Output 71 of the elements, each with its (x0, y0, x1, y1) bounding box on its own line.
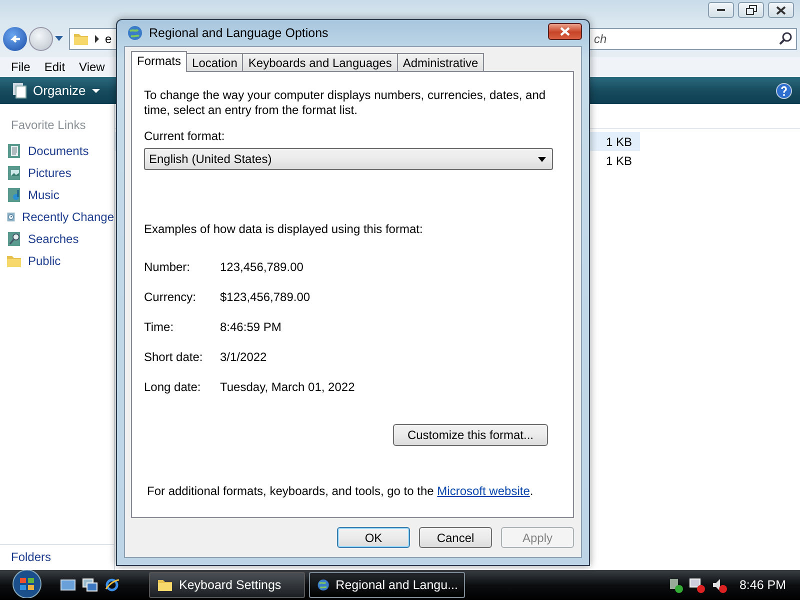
clock[interactable]: 8:46 PM (739, 578, 786, 592)
minimize-icon (717, 9, 725, 11)
field-label: Current format: (144, 129, 226, 144)
close-icon (559, 26, 571, 36)
example-value: Tuesday, March 01, 2022 (220, 380, 355, 394)
windows-icon[interactable] (82, 577, 98, 593)
address-text: e (105, 32, 112, 46)
dropdown-arrow-icon (538, 156, 546, 162)
globe-icon (317, 577, 330, 593)
organize-button[interactable]: Organize (8, 80, 104, 101)
example-label: Currency: (144, 290, 196, 304)
example-value: 3/1/2022 (220, 350, 267, 364)
caret-icon (92, 88, 100, 92)
folder-icon (6, 253, 22, 269)
customize-button[interactable]: Customize this format... (393, 424, 548, 446)
globe-icon (127, 25, 143, 41)
back-button[interactable] (3, 26, 27, 50)
format-dropdown[interactable]: English (United States) (144, 148, 553, 170)
example-value: 123,456,789.00 (220, 260, 304, 274)
close-icon (776, 6, 786, 14)
network-icon[interactable] (689, 577, 706, 593)
help-icon[interactable] (776, 82, 792, 98)
taskbar-button[interactable]: Regional and Langu... (309, 572, 465, 598)
favorite-link[interactable]: Pictures (0, 162, 114, 184)
document-icon (6, 143, 22, 159)
favorite-link[interactable]: Recently Change (0, 206, 114, 228)
chevron-icon (95, 34, 99, 42)
example-value: 8:46:59 PM (220, 320, 282, 334)
favorite-link[interactable]: Public (0, 250, 114, 272)
browser-icon[interactable] (104, 577, 120, 593)
tab[interactable]: Location (186, 53, 244, 71)
search-icon (6, 231, 22, 247)
example-label: Long date: (144, 380, 201, 394)
example-value: $123,456,789.00 (220, 290, 310, 304)
example-label: Short date: (144, 350, 203, 364)
example-label: Time: (144, 320, 174, 334)
favorite-links-heading: Favorite Links (10, 117, 87, 134)
speaker-muted-icon[interactable] (711, 577, 728, 593)
close-button[interactable] (548, 22, 582, 40)
menu-item[interactable]: View (72, 60, 112, 74)
footer-text: For additional formats, keyboards, and tools, go to the Microsoft website. (147, 484, 534, 499)
tab[interactable]: Formats (131, 51, 188, 72)
folder-icon (157, 577, 173, 593)
favorite-link[interactable]: Music (0, 184, 114, 206)
restore-button[interactable] (738, 2, 764, 18)
picture-icon (6, 165, 22, 181)
minimize-button[interactable] (708, 2, 734, 18)
example-label: Number: (144, 260, 190, 274)
close-button[interactable] (768, 2, 794, 18)
website-link[interactable]: Microsoft website (437, 484, 530, 498)
music-icon (6, 187, 22, 203)
dialog-button[interactable]: OK (337, 527, 410, 548)
menu-item[interactable]: Edit (37, 60, 72, 74)
taskbar-button[interactable]: Keyboard Settings (149, 572, 305, 598)
back-arrow-icon (8, 32, 22, 44)
search-placeholder: ch (594, 32, 607, 46)
folders-pane-toggle[interactable]: Folders (0, 544, 114, 569)
dialog-button[interactable]: Cancel (419, 527, 492, 548)
caret-icon (55, 36, 63, 41)
search-icon (779, 32, 792, 45)
documents-icon (12, 82, 27, 99)
restore-icon (746, 5, 756, 15)
favorite-link[interactable]: Searches (0, 228, 114, 250)
desktop-icon[interactable] (60, 577, 76, 593)
section-heading: Examples of how data is displayed using this format: (144, 222, 424, 237)
instruction-text: To change the way your computer displays numbers, currencies, dates, and time, select an entry from the format list. (144, 88, 547, 118)
window-title: Regional and Language Options (149, 26, 328, 40)
favorite-link[interactable]: Documents (0, 140, 114, 162)
tab[interactable]: Keyboards and Languages (242, 53, 398, 71)
tab[interactable]: Administrative (396, 53, 484, 71)
menu-item[interactable]: File (4, 60, 38, 74)
